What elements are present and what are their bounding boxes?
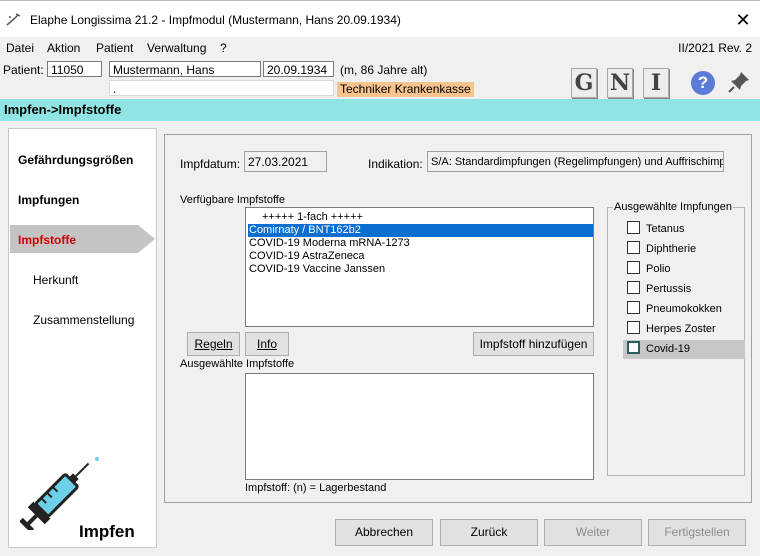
impfdatum-label: Impfdatum: <box>180 157 241 171</box>
patient-age: (m, 86 Jahre alt) <box>340 63 428 77</box>
menu-patient[interactable]: Patient <box>96 41 133 55</box>
indikation-field[interactable]: S/A: Standardimpfungen (Regelimpfungen) … <box>427 151 724 172</box>
app-logo-icon <box>6 13 21 26</box>
pin-icon[interactable] <box>727 70 751 94</box>
checkbox-covid-19[interactable] <box>627 341 640 354</box>
list-item[interactable]: COVID-19 Moderna mRNA-1273 <box>248 237 593 250</box>
regeln-button-label: Regeln <box>194 337 233 351</box>
zurueck-button[interactable]: Zurück <box>440 519 538 546</box>
i-button[interactable]: I <box>643 68 669 98</box>
list-item-selected[interactable]: Comirnaty / BNT162b2 <box>248 224 593 237</box>
selected-label: Ausgewählte Impfstoffe <box>180 358 295 370</box>
available-listbox[interactable]: +++++ 1-fach +++++ Comirnaty / BNT162b2 … <box>245 207 594 327</box>
window-title: Elaphe Longissima 21.2 - Impfmodul (Must… <box>30 13 401 27</box>
patient-name-field[interactable]: Mustermann, Hans <box>109 61 261 77</box>
breadcrumb: Impfen->Impfstoffe <box>0 99 760 121</box>
insurance-badge: Techniker Krankenkasse <box>337 82 474 97</box>
sidebar-item-gefaehrdungsgroessen[interactable]: Gefährdungsgrößen <box>18 153 133 167</box>
impfdatum-field[interactable]: 27.03.2021 <box>244 151 327 172</box>
patient-id-field[interactable]: 11050 <box>47 61 102 77</box>
footnote: Impfstoff: (n) = Lagerbestand <box>245 482 387 494</box>
syringe-icon <box>20 457 99 530</box>
menu-aktion[interactable]: Aktion <box>47 41 80 55</box>
abbrechen-button[interactable]: Abbrechen <box>335 519 433 546</box>
sidebar-item-impfungen[interactable]: Impfungen <box>18 193 79 207</box>
menu-help[interactable]: ? <box>220 41 227 55</box>
checkbox-label-tetanus: Tetanus <box>646 223 685 235</box>
list-item[interactable]: COVID-19 AstraZeneca <box>248 250 593 263</box>
available-label: Verfügbare Impfstoffe <box>180 194 285 206</box>
sidebar-footer-label: Impfen <box>79 522 135 541</box>
selected-listbox[interactable] <box>245 373 594 480</box>
checkbox-label-herpes-zoster: Herpes Zoster <box>646 323 716 335</box>
checkbox-label-pertussis: Pertussis <box>646 283 692 295</box>
checkbox-pertussis[interactable] <box>627 281 640 294</box>
checkbox-label-diphtherie: Diphtherie <box>646 243 697 255</box>
info-button-label: Info <box>256 337 277 351</box>
indikation-label: Indikation: <box>368 157 423 171</box>
menu-bar: Datei Aktion Patient Verwaltung ? II/202… <box>0 36 760 58</box>
add-impfstoff-button[interactable]: Impfstoff hinzufügen <box>473 332 594 356</box>
sidebar-active-arrow <box>138 225 155 253</box>
sidebar-item-impfstoffe[interactable]: Impfstoffe <box>18 233 76 247</box>
checkbox-tetanus[interactable] <box>627 221 640 234</box>
info-button[interactable]: Info <box>245 332 289 356</box>
list-item[interactable]: +++++ 1-fach +++++ <box>248 211 593 224</box>
checkbox-polio[interactable] <box>627 261 640 274</box>
checkbox-herpes-zoster[interactable] <box>627 321 640 334</box>
close-button[interactable]: ✕ <box>730 7 756 33</box>
weiter-button[interactable]: Weiter <box>544 519 642 546</box>
sidebar-item-herkunft[interactable]: Herkunft <box>33 273 78 287</box>
checkbox-label-polio: Polio <box>646 263 671 275</box>
checkbox-diphtherie[interactable] <box>627 241 640 254</box>
checkbox-label-pneumokokken: Pneumokokken <box>646 303 722 315</box>
list-item[interactable]: COVID-19 Vaccine Janssen <box>248 263 593 276</box>
patient-address-field[interactable]: . <box>109 80 334 96</box>
checkbox-label-covid-19: Covid-19 <box>646 343 691 355</box>
fertigstellen-button[interactable]: Fertigstellen <box>648 519 746 546</box>
menu-verwaltung[interactable]: Verwaltung <box>147 41 206 55</box>
version-label: II/2021 Rev. 2 <box>678 41 752 55</box>
checkbox-pneumokokken[interactable] <box>627 301 640 314</box>
menu-datei[interactable]: Datei <box>6 41 34 55</box>
sidebar-item-zusammenstellung[interactable]: Zusammenstellung <box>33 313 134 327</box>
patient-label: Patient: <box>3 63 44 77</box>
regeln-button[interactable]: Regeln <box>187 332 240 356</box>
selected-impfungen-title: Ausgewählte Impfungen <box>613 201 734 213</box>
title-bar: Elaphe Longissima 21.2 - Impfmodul (Must… <box>0 0 760 37</box>
patient-birthdate-field[interactable]: 20.09.1934 <box>263 61 334 77</box>
g-button[interactable]: G <box>571 68 597 98</box>
help-icon[interactable]: ? <box>691 71 715 95</box>
n-button[interactable]: N <box>607 68 633 98</box>
